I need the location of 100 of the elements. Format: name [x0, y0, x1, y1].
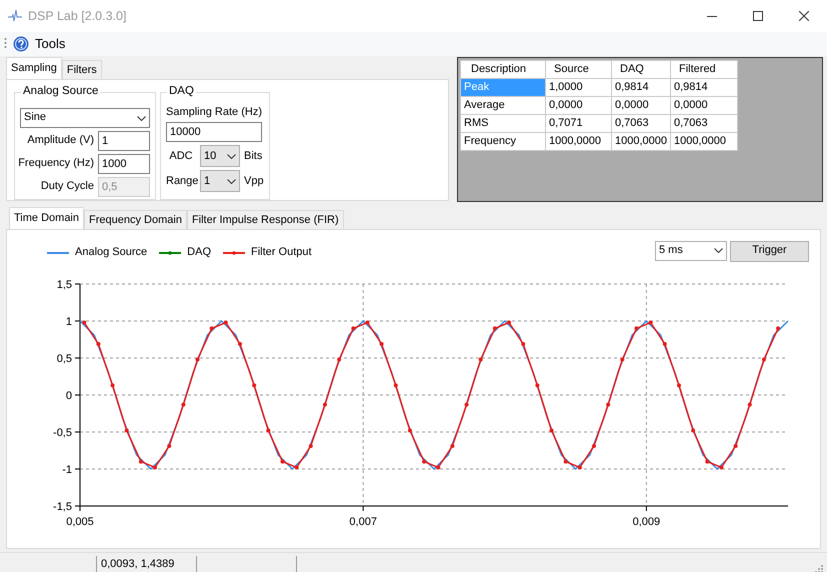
column-header: Description — [460, 60, 546, 78]
timebase-dropdown[interactable]: 5 ms — [655, 240, 727, 260]
point — [564, 460, 568, 464]
axis-label: 1 — [66, 316, 72, 328]
point — [380, 342, 384, 346]
column-header: DAQ — [612, 60, 670, 78]
legend-label: Filter Output — [251, 246, 312, 260]
tab[interactable]: Sampling — [6, 57, 62, 79]
point — [521, 342, 526, 346]
trigger-button[interactable]: Trigger — [730, 240, 809, 262]
table-cell: 0,0000 — [670, 96, 738, 114]
table-cell: 1000,0000 — [546, 132, 612, 150]
point — [308, 444, 313, 448]
table-cell: 0,7063 — [612, 114, 670, 132]
column-header: Source — [546, 60, 612, 78]
point — [662, 342, 667, 346]
point — [478, 357, 483, 362]
point — [394, 383, 398, 388]
point — [181, 402, 186, 407]
point — [408, 428, 412, 433]
point — [450, 444, 454, 448]
table-cell: 0,0000 — [612, 96, 670, 114]
point — [252, 383, 256, 388]
table-cell[interactable]: Frequency — [460, 132, 546, 150]
point — [436, 466, 440, 470]
point — [592, 444, 596, 448]
dropdown[interactable]: 1 — [200, 170, 240, 192]
grip-icon — [4, 37, 7, 51]
menu-item[interactable]: Tools — [35, 36, 66, 52]
table-cell: 0,9814 — [612, 78, 670, 96]
point — [96, 342, 100, 346]
point — [422, 460, 426, 464]
unit-label: Vpp — [244, 174, 264, 188]
axis-label: 0 — [66, 390, 72, 402]
point — [648, 320, 653, 324]
table-cell[interactable]: RMS — [460, 114, 546, 132]
input-field[interactable]: 1 — [98, 131, 150, 151]
chevron-down-icon — [714, 248, 723, 253]
point — [110, 383, 115, 388]
table-cell: 1000,0000 — [612, 132, 670, 150]
legend-line-icon — [223, 250, 246, 256]
input-field[interactable]: 1000 — [98, 154, 150, 174]
table-cell: 0,9814 — [670, 78, 738, 96]
group-title: DAQ — [167, 85, 196, 99]
point — [705, 460, 710, 464]
point — [238, 342, 242, 346]
point — [82, 320, 86, 324]
point — [280, 460, 284, 464]
field-label: Sampling Rate (Hz) — [166, 106, 263, 120]
point — [535, 383, 540, 388]
window-title: DSP Lab [2.0.3.0] — [28, 8, 126, 24]
table-cell: 0,7071 — [546, 114, 612, 132]
table-cell: 0,7063 — [670, 114, 738, 132]
table-cell[interactable]: Average — [460, 96, 546, 114]
chevron-down-icon — [137, 116, 146, 120]
axis-label: 0,009 — [632, 516, 660, 528]
point — [691, 428, 696, 433]
cursor-position-text: 0,0093, 1,4389 — [101, 558, 174, 572]
legend-line-icon — [47, 250, 69, 256]
point — [606, 402, 610, 407]
point — [507, 320, 512, 324]
field-label: Amplitude (V) — [27, 134, 94, 148]
axis-label: 1,5 — [56, 279, 72, 291]
help-icon — [13, 36, 29, 52]
tab[interactable]: Time Domain — [9, 207, 84, 229]
tab[interactable]: Filter Impulse Response (FIR) — [186, 210, 344, 229]
column-header: Filtered — [670, 60, 738, 78]
point — [719, 466, 724, 470]
axis-label: 0,5 — [56, 353, 72, 365]
point — [294, 466, 299, 470]
close-icon — [799, 11, 809, 21]
dropdown[interactable]: 10 — [200, 145, 240, 168]
table-cell: 0,0000 — [546, 96, 612, 114]
point — [550, 428, 554, 433]
point — [124, 428, 129, 433]
point — [676, 383, 681, 388]
point — [138, 460, 143, 464]
waveform-dropdown[interactable]: Sine — [20, 108, 150, 128]
point — [464, 402, 469, 407]
chevron-down-icon — [227, 154, 236, 159]
resize-grip-icon — [814, 564, 824, 572]
point — [322, 402, 327, 407]
app-logo-icon — [8, 10, 22, 22]
table-cell: 1000,0000 — [670, 132, 738, 150]
group-title: Analog Source — [21, 85, 100, 99]
axis-label: 0,007 — [349, 516, 377, 528]
point — [224, 320, 228, 324]
field-label: Range — [166, 174, 196, 188]
table-cell: 1,0000 — [546, 78, 612, 96]
axis-label: 0,005 — [66, 516, 94, 528]
point — [578, 466, 582, 470]
maximize-icon — [753, 11, 763, 21]
point — [776, 326, 780, 330]
point — [266, 428, 270, 433]
axis-label: -0,5 — [53, 427, 72, 439]
tab[interactable]: Filters — [62, 60, 102, 79]
axis-label: -1,5 — [53, 501, 72, 513]
tab[interactable]: Frequency Domain — [84, 210, 187, 229]
input-field[interactable]: 10000 — [166, 122, 262, 142]
point — [634, 326, 638, 330]
